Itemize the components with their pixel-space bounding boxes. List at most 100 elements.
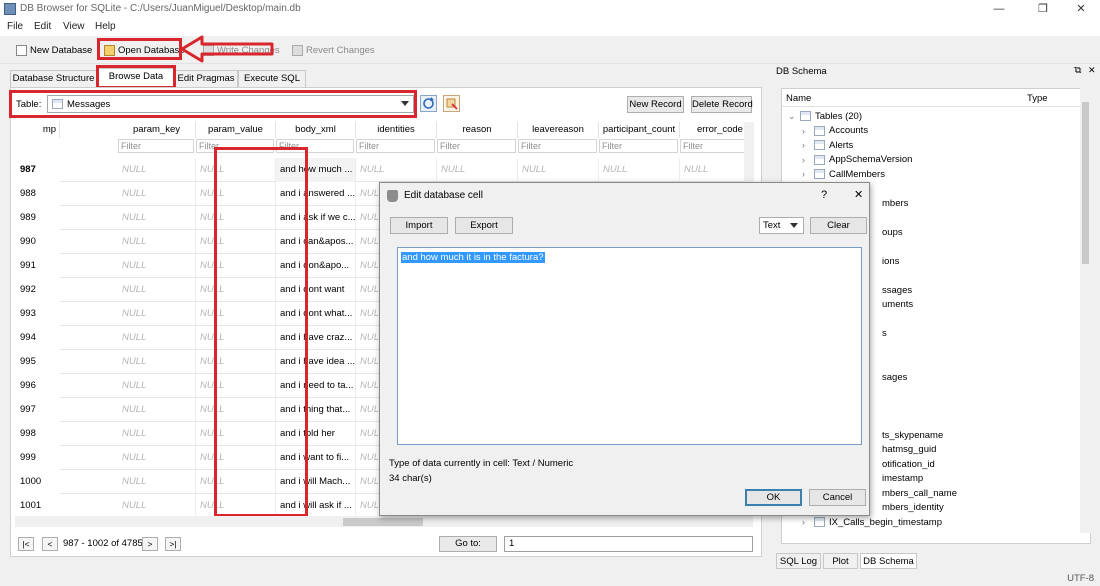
clear-filters-button[interactable] — [443, 95, 460, 112]
cell-body-xml[interactable]: and i don&apo... — [276, 254, 356, 278]
cell-param_value[interactable]: NULL — [196, 326, 276, 350]
row-header[interactable]: 989 — [15, 206, 60, 230]
cell-identities[interactable]: NULL — [356, 158, 437, 182]
goto-input[interactable]: 1 — [504, 536, 753, 552]
cell-param_value[interactable]: NULL — [196, 278, 276, 302]
row-header[interactable]: 999 — [15, 446, 60, 470]
cell-leavereason[interactable]: NULL — [518, 158, 599, 182]
cell-param_key[interactable]: NULL — [118, 398, 196, 422]
chevron-right-icon[interactable]: › — [802, 169, 810, 179]
next-page-button[interactable]: > — [142, 537, 158, 551]
column-header-mp[interactable]: mp — [40, 122, 60, 138]
menu-view[interactable]: View — [63, 21, 85, 32]
cell-body-xml[interactable]: and i told her — [276, 422, 356, 446]
cell-param_value[interactable]: NULL — [196, 494, 276, 516]
column-header-leavereason[interactable]: leavereason — [518, 122, 599, 138]
mode-select[interactable]: Text — [759, 217, 804, 234]
cell-param_key[interactable]: NULL — [118, 206, 196, 230]
cell-param_key[interactable]: NULL — [118, 230, 196, 254]
minimize-button[interactable]: — — [982, 0, 1016, 19]
last-page-button[interactable]: >| — [165, 537, 181, 551]
filter-input-participant_count[interactable]: Filter — [599, 139, 678, 153]
column-header-param_value[interactable]: param_value — [196, 122, 276, 138]
cell-body-xml[interactable]: and i can&apos... — [276, 230, 356, 254]
cell-param_key[interactable]: NULL — [118, 470, 196, 494]
cell-param_key[interactable]: NULL — [118, 182, 196, 206]
cell-param_key[interactable]: NULL — [118, 350, 196, 374]
cell-param_value[interactable]: NULL — [196, 206, 276, 230]
cell-participant_count[interactable]: NULL — [599, 158, 680, 182]
dock-float-icon[interactable]: ̄⧉ — [1075, 65, 1081, 76]
chevron-right-icon[interactable]: › — [802, 140, 810, 150]
row-header[interactable]: 990 — [15, 230, 60, 254]
row-header[interactable]: 1000 — [15, 470, 60, 494]
cell-param_value[interactable]: NULL — [196, 446, 276, 470]
tab-browse-data[interactable]: Browse Data — [98, 68, 174, 88]
cell-body-xml[interactable]: and i thing that... — [276, 398, 356, 422]
cell-param_key[interactable]: NULL — [118, 326, 196, 350]
export-button[interactable]: Export — [455, 217, 513, 234]
tree-item[interactable]: › CallMembers — [782, 167, 1082, 182]
cell-reason[interactable]: NULL — [437, 158, 518, 182]
cell-param_value[interactable]: NULL — [196, 182, 276, 206]
filter-input-param_value[interactable]: Filter — [196, 139, 274, 153]
first-page-button[interactable]: |< — [18, 537, 34, 551]
table-row[interactable]: 987 NULL NULL and how much ... NULL NULL NULL N… — [15, 158, 745, 182]
tree-item[interactable]: › Alerts — [782, 138, 1082, 153]
cell-param_value[interactable]: NULL — [196, 398, 276, 422]
schema-scroll-thumb[interactable] — [1082, 102, 1089, 264]
menu-edit[interactable]: Edit — [34, 21, 51, 32]
row-header[interactable]: 995 — [15, 350, 60, 374]
cell-param_key[interactable]: NULL — [118, 158, 196, 182]
filter-input-error_code[interactable]: Filter — [680, 139, 745, 153]
cell-param_key[interactable]: NULL — [118, 374, 196, 398]
grid-horizontal-scroll-thumb[interactable] — [343, 518, 423, 526]
tree-item[interactable]: › AppSchemaVersion — [782, 153, 1082, 168]
tree-item[interactable]: › IX_Calls_begin_timestamp — [782, 515, 1082, 530]
cell-param_value[interactable]: NULL — [196, 254, 276, 278]
row-header[interactable]: 987 — [15, 158, 60, 182]
help-button[interactable]: ? — [821, 189, 827, 201]
ok-button[interactable]: OK — [745, 489, 802, 506]
dock-tab-sql-log[interactable]: SQL Log — [776, 553, 821, 569]
row-header[interactable]: 992 — [15, 278, 60, 302]
cell-param_key[interactable]: NULL — [118, 446, 196, 470]
chevron-down-icon[interactable]: ⌄ — [788, 111, 796, 122]
row-header[interactable]: 1001 — [15, 494, 60, 516]
row-header[interactable]: 991 — [15, 254, 60, 278]
menu-file[interactable]: File — [7, 21, 23, 32]
row-header[interactable]: 997 — [15, 398, 60, 422]
cell-editor[interactable]: and how much it is in the factura? — [397, 247, 862, 445]
row-header[interactable]: 994 — [15, 326, 60, 350]
new-database-button[interactable]: New Database — [16, 41, 92, 59]
column-header-participant_count[interactable]: participant_count — [599, 122, 680, 138]
filter-input-identities[interactable]: Filter — [356, 139, 435, 153]
dock-tab-db-schema[interactable]: DB Schema — [860, 553, 917, 569]
cell-body-xml[interactable]: and i want to fi... — [276, 446, 356, 470]
maximize-button[interactable]: ❐ — [1026, 0, 1060, 19]
cell-error-code[interactable]: NULL — [680, 158, 745, 182]
cell-param_value[interactable]: NULL — [196, 350, 276, 374]
tree-tables-group[interactable]: ⌄ Tables (20) — [782, 109, 1082, 124]
cell-body-xml[interactable]: and i have craz... — [276, 326, 356, 350]
chevron-right-icon[interactable]: › — [802, 155, 810, 165]
tab-edit-pragmas[interactable]: Edit Pragmas — [174, 70, 238, 87]
row-header[interactable]: 998 — [15, 422, 60, 446]
filter-input-body_xml[interactable]: Filter — [276, 139, 354, 153]
cell-param_value[interactable]: NULL — [196, 302, 276, 326]
cell-param_key[interactable]: NULL — [118, 278, 196, 302]
cell-param_key[interactable]: NULL — [118, 494, 196, 516]
cell-body-xml[interactable]: and i ask if we c... — [276, 206, 356, 230]
filter-input-leavereason[interactable]: Filter — [518, 139, 597, 153]
open-database-button[interactable]: Open Database — [104, 41, 185, 59]
clear-button[interactable]: Clear — [810, 217, 867, 234]
import-button[interactable]: Import — [390, 217, 448, 234]
tab-execute-sql[interactable]: Execute SQL — [238, 70, 306, 87]
cell-body-xml[interactable]: and i need to ta... — [276, 374, 356, 398]
new-record-button[interactable]: New Record — [627, 96, 684, 113]
cell-body-xml[interactable]: and i have idea ... — [276, 350, 356, 374]
dock-close-icon[interactable]: ✕ — [1088, 65, 1096, 76]
table-select[interactable]: Messages — [47, 95, 414, 113]
cell-body-xml[interactable]: and i answered ... — [276, 182, 356, 206]
cell-body-xml[interactable]: and i will ask if ... — [276, 494, 356, 516]
